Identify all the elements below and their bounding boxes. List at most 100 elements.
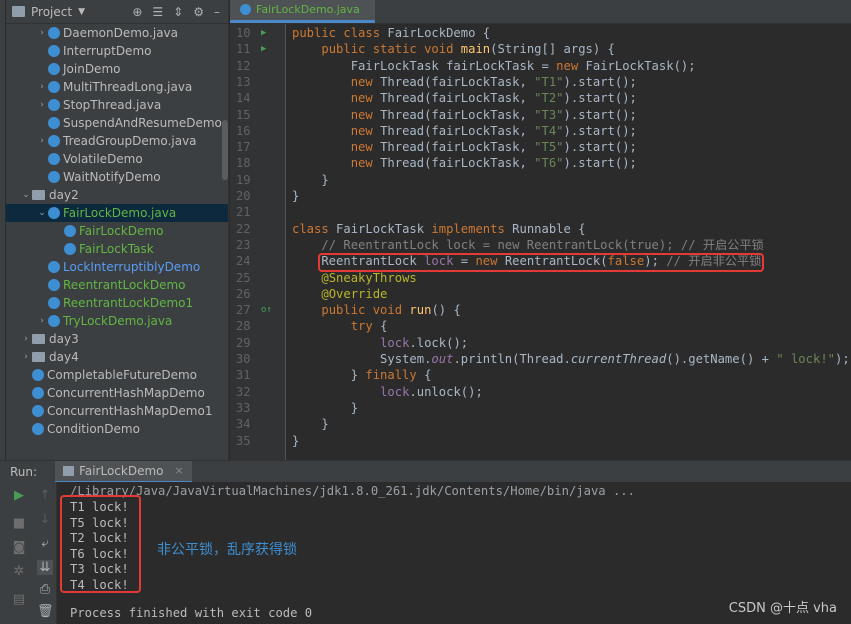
code-line[interactable]: 17 new Thread(fairLockTask, "T5").start(… <box>230 139 851 155</box>
code-line[interactable]: 22 class FairLockTask implements Runnable… <box>230 221 851 237</box>
code-text[interactable]: } <box>292 400 358 416</box>
code-line[interactable]: 20} <box>230 188 851 204</box>
code-line[interactable]: 30 System.out.println(Thread.currentThre… <box>230 351 851 367</box>
code-line[interactable]: 27 o↑ public void run() { <box>230 302 851 318</box>
run-gutter-icon[interactable]: ▶ <box>261 41 266 57</box>
layout-icon[interactable]: ▤ <box>11 592 27 607</box>
code-text[interactable]: lock.unlock(); <box>292 384 483 400</box>
code-text[interactable]: public void run() { <box>292 302 460 318</box>
code-line[interactable]: 34 } <box>230 416 851 432</box>
tree-item[interactable]: WaitNotifyDemo <box>6 168 228 186</box>
code-text[interactable]: } <box>292 416 328 432</box>
tree-item[interactable]: SuspendAndResumeDemo <box>6 114 228 132</box>
tree-item[interactable]: ConcurrentHashMapDemo1 <box>6 402 228 420</box>
code-line[interactable]: 26 @Override <box>230 286 851 302</box>
tree-item[interactable]: FairLockTask <box>6 240 228 258</box>
tree-item[interactable]: InterruptDemo <box>6 42 228 60</box>
hide-icon[interactable]: – <box>214 5 220 19</box>
code-line[interactable]: 12 FairLockTask fairLockTask = new FairL… <box>230 58 851 74</box>
tree-item[interactable]: JoinDemo <box>6 60 228 78</box>
print-icon[interactable]: ⎙ <box>37 582 53 597</box>
expand-arrow-icon[interactable]: ⌄ <box>20 190 32 200</box>
code-line[interactable]: 28 try { <box>230 318 851 334</box>
code-line[interactable]: 23 // ReentrantLock lock = new Reentrant… <box>230 237 851 253</box>
close-icon[interactable]: × <box>175 464 184 477</box>
settings-icon[interactable]: ✲ <box>11 564 27 579</box>
code-line[interactable]: 35} <box>230 433 851 449</box>
code-editor[interactable]: 10 ▶ public class FairLockDemo {11 ▶ public… <box>230 24 851 460</box>
expand-arrow-icon[interactable]: › <box>36 316 48 326</box>
tree-item[interactable]: › StopThread.java <box>6 96 228 114</box>
scroll-to-end-icon[interactable]: ⇊ <box>37 560 53 575</box>
tree-item[interactable]: CompletableFutureDemo <box>6 366 228 384</box>
expand-arrow-icon[interactable]: ⌄ <box>36 208 48 218</box>
expand-icon[interactable]: ⇕ <box>173 5 183 19</box>
expand-arrow-icon[interactable]: › <box>36 28 48 38</box>
code-text[interactable]: new Thread(fairLockTask, "T1").start(); <box>292 74 637 90</box>
code-line[interactable]: 29 lock.lock(); <box>230 335 851 351</box>
code-line[interactable]: 13 new Thread(fairLockTask, "T1").start(… <box>230 74 851 90</box>
code-text[interactable]: // ReentrantLock lock = new ReentrantLoc… <box>292 237 764 253</box>
project-scrollbar[interactable] <box>222 120 228 180</box>
code-line[interactable]: 15 new Thread(fairLockTask, "T3").start(… <box>230 107 851 123</box>
code-text[interactable]: } finally { <box>292 367 432 383</box>
rerun-icon[interactable]: ▶ <box>11 488 27 503</box>
code-text[interactable]: @Override <box>292 286 387 302</box>
override-gutter-icon[interactable]: o↑ <box>261 302 272 318</box>
code-text[interactable]: new Thread(fairLockTask, "T4").start(); <box>292 123 637 139</box>
collapse-all-icon[interactable]: ☰ <box>152 5 163 19</box>
code-line[interactable]: 11 ▶ public static void main(String[] arg… <box>230 41 851 57</box>
code-line[interactable]: 10 ▶ public class FairLockDemo { <box>230 25 851 41</box>
code-line[interactable]: 33 } <box>230 400 851 416</box>
code-line[interactable]: 16 new Thread(fairLockTask, "T4").start(… <box>230 123 851 139</box>
expand-arrow-icon[interactable]: › <box>36 136 48 146</box>
tree-item[interactable]: › TreadGroupDemo.java <box>6 132 228 150</box>
expand-arrow-icon[interactable]: › <box>36 100 48 110</box>
tree-item[interactable]: VolatileDemo <box>6 150 228 168</box>
soft-wrap-icon[interactable]: ⤶ <box>37 536 53 551</box>
code-line[interactable]: 21 <box>230 204 851 220</box>
code-text[interactable]: try { <box>292 318 388 334</box>
code-line[interactable]: 14 new Thread(fairLockTask, "T2").start(… <box>230 90 851 106</box>
down-icon[interactable]: ↓ <box>37 512 53 527</box>
code-line[interactable]: 32 lock.unlock(); <box>230 384 851 400</box>
tab-fairlockdemo[interactable]: FairLockDemo.java <box>230 0 375 23</box>
code-line[interactable]: 19 } <box>230 172 851 188</box>
trash-icon[interactable]: 🗑 <box>37 604 54 619</box>
tree-item[interactable]: ReentrantLockDemo <box>6 276 228 294</box>
tree-item[interactable]: ReentrantLockDemo1 <box>6 294 228 312</box>
code-text[interactable]: System.out.println(Thread.currentThread(… <box>292 351 850 367</box>
gear-icon[interactable]: ⚙ <box>193 5 204 19</box>
tree-item[interactable]: ⌄ FairLockDemo.java <box>6 204 228 222</box>
code-text[interactable]: } <box>292 433 299 449</box>
code-text[interactable]: lock.lock(); <box>292 335 468 351</box>
code-text[interactable]: new Thread(fairLockTask, "T5").start(); <box>292 139 637 155</box>
tree-item[interactable]: ⌄ day2 <box>6 186 228 204</box>
code-text[interactable]: public static void main(String[] args) { <box>292 41 615 57</box>
project-title[interactable]: Project <box>31 5 72 19</box>
tree-item[interactable]: ConcurrentHashMapDemo <box>6 384 228 402</box>
code-text[interactable]: FairLockTask fairLockTask = new FairLock… <box>292 58 696 74</box>
expand-arrow-icon[interactable]: › <box>20 334 32 344</box>
code-text[interactable]: } <box>292 188 299 204</box>
stop-icon[interactable]: ■ <box>11 516 27 531</box>
tree-item[interactable]: › TryLockDemo.java <box>6 312 228 330</box>
tree-item[interactable]: › DaemonDemo.java <box>6 24 228 42</box>
tree-item[interactable]: › day4 <box>6 348 228 366</box>
run-tab-fairlockdemo[interactable]: FairLockDemo × <box>55 460 192 483</box>
tree-item[interactable]: ConditionDemo <box>6 420 228 438</box>
code-line[interactable]: 31 } finally { <box>230 367 851 383</box>
code-text[interactable]: class FairLockTask implements Runnable { <box>292 221 586 237</box>
code-text[interactable]: new Thread(fairLockTask, "T2").start(); <box>292 90 637 106</box>
expand-arrow-icon[interactable]: › <box>36 82 48 92</box>
tree-item[interactable]: › day3 <box>6 330 228 348</box>
tree-item[interactable]: LockInterruptiblyDemo <box>6 258 228 276</box>
code-line[interactable]: 18 new Thread(fairLockTask, "T6").start(… <box>230 155 851 171</box>
code-text[interactable]: new Thread(fairLockTask, "T3").start(); <box>292 107 637 123</box>
code-text[interactable]: public class FairLockDemo { <box>292 25 490 41</box>
code-text[interactable]: } <box>292 172 328 188</box>
up-icon[interactable]: ↑ <box>37 488 53 503</box>
tree-item[interactable]: FairLockDemo <box>6 222 228 240</box>
code-text[interactable]: new Thread(fairLockTask, "T6").start(); <box>292 155 637 171</box>
expand-arrow-icon[interactable]: › <box>20 352 32 362</box>
